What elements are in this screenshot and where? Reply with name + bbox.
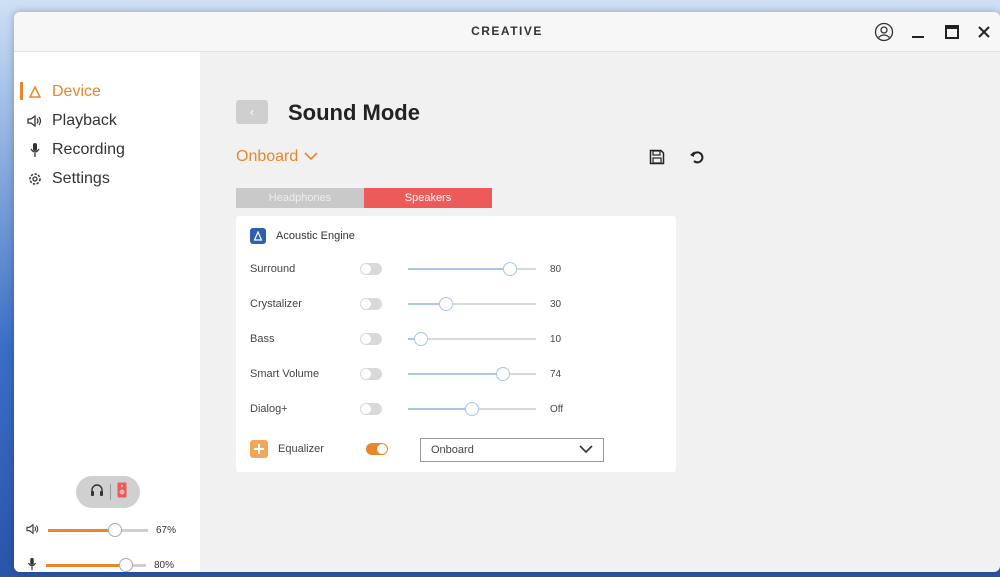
row-slider[interactable]: [408, 297, 536, 311]
speaker-device-icon: [117, 482, 127, 503]
back-button[interactable]: ‹: [236, 100, 268, 124]
device-icon: [26, 85, 44, 99]
row-label: Surround: [250, 263, 296, 275]
sidebar-item-playback[interactable]: Playback: [26, 109, 117, 133]
panel-title: Acoustic Engine: [276, 230, 355, 242]
mic-slider[interactable]: [46, 557, 146, 572]
sidebar-item-label: Playback: [52, 112, 117, 129]
mic-icon: [26, 557, 38, 573]
volume-slider[interactable]: [48, 522, 148, 537]
equalizer-preset-value: Onboard: [431, 444, 474, 456]
row-value: Off: [550, 403, 564, 415]
row-label: Bass: [250, 333, 275, 345]
row-value: 80: [550, 263, 562, 275]
row-slider-fill: [408, 408, 472, 410]
brand-logo: CREATIVE: [471, 24, 543, 38]
sidebar: Device Playback Recording Settings 67% 8…: [14, 52, 200, 572]
headphones-icon: [90, 483, 104, 502]
acoustic-row: Crystalizer 30: [250, 293, 670, 315]
row-slider-thumb[interactable]: [413, 332, 428, 346]
device-select[interactable]: Onboard: [236, 148, 318, 166]
acoustic-engine-panel: Acoustic Engine Surround 80 Crystalizer 30 B…: [236, 216, 676, 472]
titlebar: CREATIVE: [14, 12, 1000, 52]
tab-headphones[interactable]: Headphones: [236, 188, 364, 208]
panel-header: Acoustic Engine: [250, 228, 355, 244]
minimize-button[interactable]: [906, 20, 930, 44]
row-label: Crystalizer: [250, 298, 302, 310]
sidebar-item-label: Settings: [52, 170, 110, 187]
row-slider-fill: [408, 268, 511, 270]
mic-fill: [46, 563, 126, 567]
chevron-down-icon: [304, 148, 318, 166]
sidebar-item-device[interactable]: Device: [26, 80, 101, 104]
equalizer-icon: [250, 440, 268, 458]
row-value: 30: [550, 298, 562, 310]
equalizer-label: Equalizer: [278, 443, 324, 455]
main-content: ‹ Sound Mode Onboard Headphones Speakers…: [200, 52, 1000, 572]
row-toggle[interactable]: [360, 368, 382, 380]
row-slider-thumb[interactable]: [503, 262, 518, 276]
volume-percent: 67%: [156, 524, 177, 536]
microphone-icon: [26, 142, 44, 158]
output-tabs: Headphones Speakers: [236, 188, 492, 208]
row-slider[interactable]: [408, 402, 536, 416]
device-select-value: Onboard: [236, 148, 299, 165]
volume-thumb[interactable]: [108, 522, 122, 537]
mic-control: 80%: [26, 557, 174, 572]
tab-speakers[interactable]: Speakers: [364, 188, 492, 208]
row-label: Smart Volume: [250, 368, 320, 380]
maximize-button[interactable]: [940, 20, 964, 44]
volume-fill: [48, 528, 115, 532]
equalizer-toggle[interactable]: [366, 443, 388, 455]
page-title: Sound Mode: [288, 100, 420, 125]
gear-icon: [26, 171, 44, 187]
row-slider[interactable]: [408, 367, 536, 381]
speaker-icon: [26, 114, 44, 128]
sidebar-item-settings[interactable]: Settings: [26, 167, 110, 191]
reset-icon[interactable]: [686, 146, 708, 168]
acoustic-row: Bass 10: [250, 328, 670, 350]
acoustic-engine-icon: [250, 228, 266, 244]
acoustic-row: Smart Volume 74: [250, 363, 670, 385]
row-toggle[interactable]: [360, 333, 382, 345]
acoustic-row: Surround 80: [250, 258, 670, 280]
mic-thumb[interactable]: [119, 557, 133, 572]
mic-percent: 80%: [154, 559, 175, 571]
acoustic-row: Dialog+ Off: [250, 398, 670, 420]
row-toggle[interactable]: [360, 403, 382, 415]
output-switch[interactable]: [76, 476, 140, 508]
row-toggle[interactable]: [360, 263, 382, 275]
save-icon[interactable]: [646, 146, 668, 168]
row-slider-thumb[interactable]: [465, 402, 479, 416]
row-value: 74: [550, 368, 562, 380]
volume-icon: [26, 523, 40, 538]
close-button[interactable]: [972, 20, 996, 44]
row-slider[interactable]: [408, 332, 536, 346]
sidebar-item-label: Recording: [52, 141, 125, 158]
sidebar-item-label: Device: [52, 83, 101, 100]
equalizer-preset-select[interactable]: Onboard: [420, 438, 604, 462]
active-indicator: [20, 82, 23, 100]
app-window: CREATIVE Device Playback Recording Setti…: [14, 12, 1000, 572]
row-value: 10: [550, 333, 562, 345]
chevron-down-icon: [579, 444, 593, 457]
account-icon[interactable]: [872, 20, 896, 44]
row-slider[interactable]: [408, 262, 536, 276]
row-label: Dialog+: [250, 403, 288, 415]
row-toggle[interactable]: [360, 298, 382, 310]
row-slider-thumb[interactable]: [495, 367, 510, 381]
row-slider-fill: [408, 373, 503, 375]
sidebar-item-recording[interactable]: Recording: [26, 138, 125, 162]
row-slider-thumb[interactable]: [439, 297, 454, 311]
volume-control: 67%: [26, 522, 176, 538]
equalizer-row: Equalizer Onboard: [250, 438, 670, 462]
divider: [109, 484, 111, 500]
